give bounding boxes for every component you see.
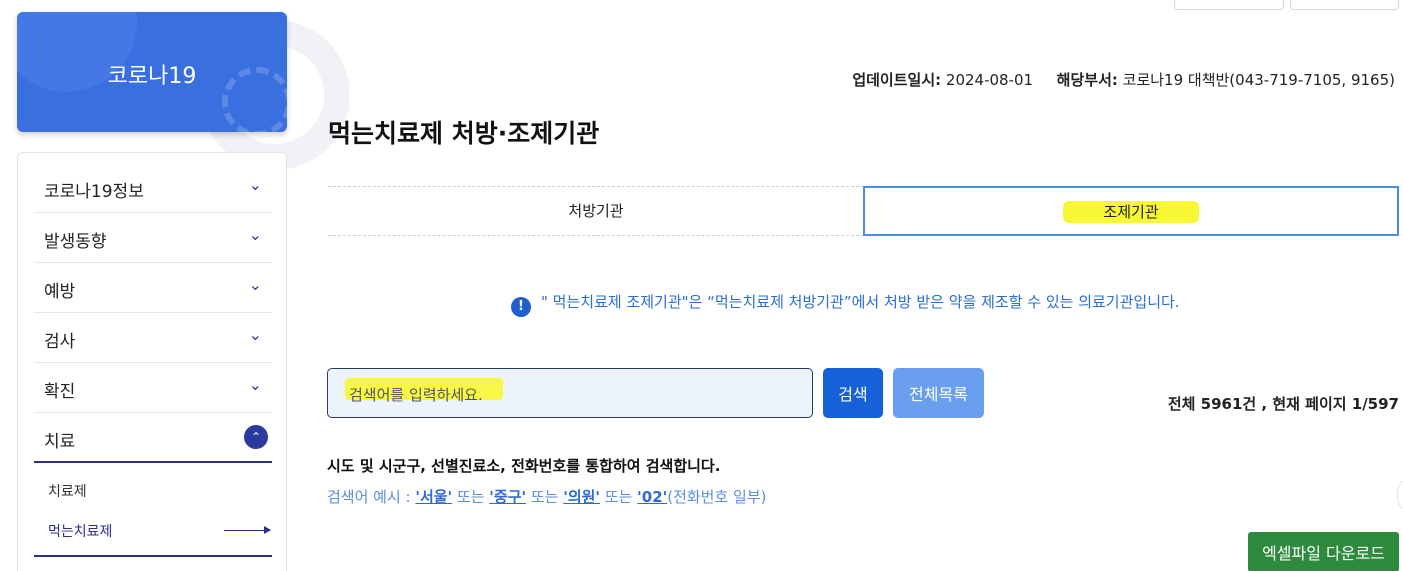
chevron-down-icon: ⌄: [248, 325, 262, 344]
page-title: 먹는치료제 처방·조제기관: [328, 119, 600, 148]
dept-label: 해당부서:: [1056, 71, 1118, 89]
dept-value: 코로나19 대책반(043-719-7105, 9165): [1122, 71, 1395, 89]
placeholder-highlight: [345, 378, 503, 400]
sidebar-item-test[interactable]: 검사 ⌄: [34, 313, 272, 363]
sidebar-item-treatment[interactable]: 치료 ⌃: [34, 413, 272, 463]
sidebar-item-label: 확진: [44, 382, 76, 402]
tab-label: 조제기관: [1063, 201, 1199, 223]
example-keyword[interactable]: '02': [637, 488, 667, 506]
example-or: 또는: [600, 488, 638, 506]
tab-prescription[interactable]: 처방기관: [328, 186, 864, 236]
tab-label: 처방기관: [568, 202, 624, 220]
sidebar-item-label: 예방: [44, 282, 76, 302]
divider: [34, 555, 272, 557]
example-suffix: (전화번호 일부): [667, 488, 767, 506]
search-button[interactable]: 검색: [823, 368, 883, 418]
result-count: 전체 5961건 , 현재 페이지 1/597: [1167, 395, 1399, 413]
sidebar-item-label: 치료: [44, 432, 76, 452]
tab-dispensing[interactable]: 조제기관: [863, 186, 1399, 236]
sidebar-card-title: 코로나19: [107, 64, 197, 89]
sub-item-treatment-drug[interactable]: 치료제: [48, 481, 87, 501]
chevron-down-icon: ⌄: [248, 375, 262, 394]
sidebar-menu: 코로나19정보 ⌄ 발생동향 ⌄ 예방 ⌄ 검사 ⌄ 확진 ⌄ 치료 ⌃ 치료제…: [17, 152, 287, 571]
sidebar-item-prevention[interactable]: 예방 ⌄: [34, 263, 272, 313]
update-value: 2024-08-01: [945, 71, 1034, 89]
search-example: 검색어 예시 : '서울' 또는 '중구' 또는 '의원' 또는 '02'(전화…: [327, 486, 767, 507]
example-or: 또는: [526, 488, 564, 506]
tab-bar: 처방기관 조제기관: [328, 186, 1399, 236]
notice: ! " 먹는치료제 조제기관"은 “먹는치료제 처방기관”에서 처방 받은 약을 …: [511, 291, 1180, 317]
example-or: 또는: [452, 488, 490, 506]
example-keyword[interactable]: '중구': [489, 488, 526, 506]
chevron-down-icon: ⌄: [248, 175, 262, 194]
sidebar-item-confirmed[interactable]: 확진 ⌄: [34, 363, 272, 413]
chevron-up-icon: ⌃: [244, 425, 268, 449]
example-keyword[interactable]: '서울': [415, 488, 452, 506]
top-button-1[interactable]: [1174, 0, 1284, 10]
notice-text: " 먹는치료제 조제기관"은 “먹는치료제 처방기관”에서 처방 받은 약을 제…: [541, 293, 1180, 311]
update-label: 업데이트일시:: [852, 71, 942, 89]
arrow-head-icon: [264, 526, 271, 534]
sidebar-item-label: 검사: [44, 332, 76, 352]
info-icon: !: [511, 297, 531, 317]
top-button-2[interactable]: [1290, 0, 1399, 10]
example-prefix: 검색어 예시 :: [327, 488, 416, 506]
search-hint: 시도 및 시군구, 선별진료소, 전화번호를 통합하여 검색합니다.: [327, 457, 721, 475]
sidebar-item-label: 코로나19정보: [44, 182, 144, 202]
sidebar-item-trend[interactable]: 발생동향 ⌄: [34, 213, 272, 263]
all-list-button[interactable]: 전체목록: [893, 368, 984, 418]
excel-download-button[interactable]: 엑셀파일 다운로드: [1248, 532, 1399, 571]
sidebar-item-covid-info[interactable]: 코로나19정보 ⌄: [34, 163, 272, 213]
scroll-top-button[interactable]: [1397, 478, 1403, 512]
sub-item-oral-drug[interactable]: 먹는치료제: [48, 521, 112, 541]
example-keyword[interactable]: '의원': [563, 488, 600, 506]
sidebar-item-label: 발생동향: [44, 232, 107, 252]
chevron-down-icon: ⌄: [248, 225, 262, 244]
page-meta: 업데이트일시: 2024-08-01 해당부서: 코로나19 대책반(043-7…: [852, 69, 1395, 90]
sidebar-title-card: 코로나19: [17, 12, 287, 132]
chevron-down-icon: ⌄: [248, 275, 262, 294]
